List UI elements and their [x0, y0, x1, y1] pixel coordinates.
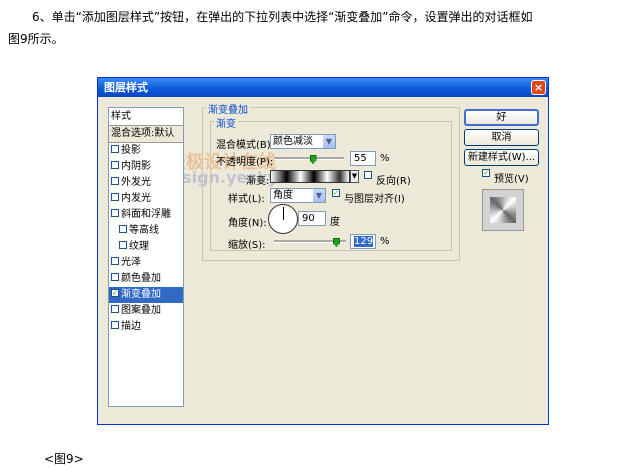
- preview-swatch: [490, 197, 516, 223]
- style-item-checkbox[interactable]: [111, 193, 119, 201]
- align-with-layer-label: 与图层对齐(I): [344, 194, 405, 205]
- style-item-checkbox[interactable]: [111, 257, 119, 265]
- opacity-label: 不透明度(P):: [216, 157, 274, 168]
- angle-needle: [283, 207, 284, 220]
- preview-checkbox[interactable]: ✓: [482, 169, 490, 177]
- intro-text: 6、单击“添加图层样式”按钮，在弹出的下拉列表中选择“渐变叠加”命令，设置弹出的…: [8, 6, 638, 50]
- blend-mode-label: 混合模式(B):: [216, 140, 275, 151]
- opacity-input[interactable]: 55: [350, 151, 376, 166]
- layer-style-dialog: 图层样式 × 天极设计在线 Design.yesky.com 样式 混合选项:默…: [97, 77, 549, 425]
- style-item[interactable]: 图案叠加: [109, 303, 183, 319]
- style-item-label: 颜色叠加: [121, 273, 161, 284]
- chevron-down-icon[interactable]: ▼: [323, 135, 335, 148]
- dialog-titlebar[interactable]: 图层样式 ×: [98, 78, 548, 97]
- style-list: 样式 混合选项:默认 投影 内阴影 外发光 内发光 斜面和浮雕 等高线 纹理 光泽 颜色叠加 ✓ 渐…: [108, 107, 184, 407]
- gradient-picker-dropdown-icon[interactable]: ▼: [350, 170, 359, 183]
- style-item-label: 等高线: [129, 225, 159, 236]
- angle-dial[interactable]: [268, 204, 298, 234]
- angle-input[interactable]: 90: [298, 211, 326, 226]
- style-item-label: 内阴影: [121, 161, 151, 172]
- blend-mode-value: 颜色减淡: [273, 136, 313, 147]
- group-title: 渐变叠加: [206, 101, 250, 116]
- style-list-header[interactable]: 样式: [109, 108, 183, 126]
- opacity-slider-track[interactable]: [274, 157, 344, 160]
- style-item[interactable]: 颜色叠加: [109, 271, 183, 287]
- style-item-label: 光泽: [121, 257, 141, 268]
- style-item-label: 内发光: [121, 193, 151, 204]
- preview-thumbnail: [482, 189, 524, 231]
- style-item[interactable]: ✓ 渐变叠加: [109, 287, 183, 303]
- style-item-label: 纹理: [129, 241, 149, 252]
- style-item[interactable]: 投影: [109, 143, 183, 159]
- blend-mode-select[interactable]: 颜色减淡 ▼: [270, 134, 336, 149]
- style-item-checkbox[interactable]: [111, 145, 119, 153]
- style-item-label: 描边: [121, 321, 141, 332]
- style-value: 角度: [273, 190, 293, 201]
- style-item-checkbox[interactable]: [111, 209, 119, 217]
- align-with-layer-checkbox[interactable]: ✓: [332, 189, 340, 197]
- style-item-label: 外发光: [121, 177, 151, 188]
- inner-group-title: 渐变: [214, 115, 238, 130]
- style-item[interactable]: 外发光: [109, 175, 183, 191]
- reverse-label: 反向(R): [376, 176, 411, 187]
- style-item-label: 投影: [121, 145, 141, 156]
- intro-line-2: 图9所示。: [8, 32, 64, 46]
- style-item[interactable]: 光泽: [109, 255, 183, 271]
- style-item[interactable]: 内阴影: [109, 159, 183, 175]
- ok-button[interactable]: 好: [464, 109, 539, 126]
- style-item[interactable]: 等高线: [109, 223, 183, 239]
- style-item-checkbox[interactable]: [111, 321, 119, 329]
- style-item-checkbox[interactable]: ✓: [111, 289, 119, 297]
- preview-label: 预览(V): [494, 174, 529, 185]
- style-items: 投影 内阴影 外发光 内发光 斜面和浮雕 等高线 纹理 光泽 颜色叠加 ✓ 渐变叠加 图案叠加 描边: [109, 143, 183, 335]
- style-item-label: 渐变叠加: [121, 289, 161, 300]
- angle-unit: 度: [330, 217, 340, 228]
- gradient-swatch[interactable]: [270, 170, 350, 183]
- style-item[interactable]: 描边: [109, 319, 183, 335]
- style-item-checkbox[interactable]: [111, 273, 119, 281]
- style-item-label: 斜面和浮雕: [121, 209, 171, 220]
- style-item-checkbox[interactable]: [119, 225, 127, 233]
- close-icon[interactable]: ×: [531, 80, 546, 95]
- figure-caption: <图9>: [44, 452, 84, 466]
- gradient-label: 渐变:: [246, 176, 270, 187]
- style-select[interactable]: 角度 ▼: [270, 188, 326, 203]
- reverse-checkbox[interactable]: [364, 171, 372, 179]
- style-item[interactable]: 内发光: [109, 191, 183, 207]
- angle-label: 角度(N):: [228, 218, 267, 229]
- style-item[interactable]: 纹理: [109, 239, 183, 255]
- scale-label: 缩放(S):: [228, 240, 266, 251]
- scale-value: 129: [354, 236, 374, 247]
- style-item[interactable]: 斜面和浮雕: [109, 207, 183, 223]
- chevron-down-icon[interactable]: ▼: [313, 189, 325, 202]
- dialog-title: 图层样式: [104, 81, 148, 94]
- style-item-checkbox[interactable]: [119, 241, 127, 249]
- style-item-label: 图案叠加: [121, 305, 161, 316]
- cancel-button[interactable]: 取消: [464, 129, 539, 146]
- intro-line-1: 6、单击“添加图层样式”按钮，在弹出的下拉列表中选择“渐变叠加”命令，设置弹出的…: [32, 10, 533, 24]
- style-label: 样式(L):: [228, 194, 265, 205]
- scale-unit: %: [380, 236, 390, 247]
- blend-options-item[interactable]: 混合选项:默认: [109, 126, 183, 143]
- style-item-checkbox[interactable]: [111, 177, 119, 185]
- new-style-button[interactable]: 新建样式(W)...: [464, 149, 539, 166]
- style-item-checkbox[interactable]: [111, 305, 119, 313]
- scale-input[interactable]: 129: [350, 234, 376, 249]
- opacity-unit: %: [380, 153, 390, 164]
- style-item-checkbox[interactable]: [111, 161, 119, 169]
